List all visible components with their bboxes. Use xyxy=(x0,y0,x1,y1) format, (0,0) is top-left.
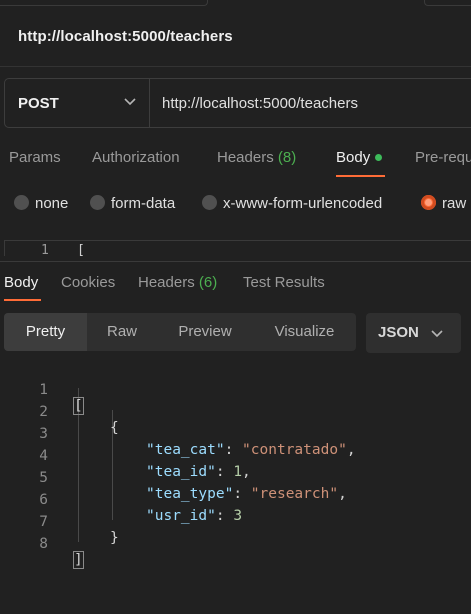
radio-urlencoded-label: x-www-form-urlencoded xyxy=(223,195,383,212)
body-modified-indicator xyxy=(375,153,383,161)
tab-pre-request[interactable]: Pre-requ xyxy=(415,149,471,166)
chevron-down-icon xyxy=(431,330,443,338)
close-array-bracket: ] xyxy=(73,551,84,569)
open-tab-edge[interactable] xyxy=(0,0,208,6)
radio-raw-dot xyxy=(421,194,436,210)
tab-pre-request-label: Pre-requ xyxy=(415,149,471,166)
tab-body-label: Body xyxy=(336,149,371,166)
format-select[interactable]: JSON xyxy=(366,313,461,353)
tab-params-label: Params xyxy=(9,149,61,166)
radio-form-data[interactable]: form-data xyxy=(90,194,176,212)
body-type-radios: none form-data x-www-form-urlencoded raw xyxy=(0,190,471,218)
method-label: POST xyxy=(18,95,59,112)
radio-raw[interactable]: raw xyxy=(421,194,467,212)
response-json-viewer[interactable]: 1 [ 2 { 3 "tea_cat": "contratado", 4 "te… xyxy=(0,366,471,569)
radio-none-dot xyxy=(14,194,29,210)
tab-headers-label: Headers xyxy=(217,149,274,166)
tab-headers[interactable]: Headers (8) xyxy=(217,149,296,166)
line-number: 8 xyxy=(39,536,48,552)
code-line: 8 ] xyxy=(0,520,471,569)
tab-params[interactable]: Params xyxy=(9,149,61,166)
code-line: 7 } xyxy=(0,498,471,546)
radio-form-data-label: form-data xyxy=(111,195,176,212)
radio-x-www-form-urlencoded[interactable]: x-www-form-urlencoded xyxy=(202,194,383,212)
request-title[interactable]: http://localhost:5000/teachers xyxy=(18,28,233,45)
radio-urlencoded-dot xyxy=(202,194,217,210)
headers-count: (8) xyxy=(277,149,297,166)
editor-line-text: [ xyxy=(77,243,85,256)
view-pretty-button[interactable]: Pretty xyxy=(4,313,87,351)
tab-authorization[interactable]: Authorization xyxy=(92,149,180,166)
response-view-toggle: Pretty Raw Preview Visualize xyxy=(4,313,356,351)
response-tab-test-results[interactable]: Test Results xyxy=(243,274,325,291)
url-input[interactable]: http://localhost:5000/teachers xyxy=(162,95,358,112)
method-select[interactable]: POST xyxy=(5,79,150,127)
code-line: 1 [ xyxy=(0,366,471,415)
response-tab-cookies-label: Cookies xyxy=(61,274,116,291)
active-tab-underline xyxy=(336,175,385,177)
tab-body[interactable]: Body xyxy=(336,149,383,166)
response-tab-body-label: Body xyxy=(4,274,39,291)
code-line: 2 { xyxy=(0,388,471,436)
response-headers-count: (6) xyxy=(198,274,218,291)
chevron-down-icon xyxy=(124,98,136,106)
radio-form-data-dot xyxy=(90,194,105,210)
response-tab-headers[interactable]: Headers (6) xyxy=(138,274,217,291)
tab-authorization-label: Authorization xyxy=(92,149,180,166)
request-tabs: Params Authorization Headers (8) Body Pr… xyxy=(0,140,471,180)
response-tab-cookies[interactable]: Cookies xyxy=(61,274,115,291)
request-body-editor[interactable]: 1 [ xyxy=(4,240,471,256)
radio-none-label: none xyxy=(35,195,69,212)
code-line: 6 "usr_id": 3 xyxy=(0,476,471,524)
radio-none[interactable]: none xyxy=(14,194,69,212)
title-divider xyxy=(0,66,471,67)
response-active-tab-underline xyxy=(4,299,41,301)
response-tabs: Body Cookies Headers (6) Test Results xyxy=(0,262,471,302)
editor-line-number: 1 xyxy=(41,243,49,256)
view-preview-button[interactable]: Preview xyxy=(157,313,253,351)
view-raw-button[interactable]: Raw xyxy=(87,313,157,351)
code-line: 3 "tea_cat": "contratado", xyxy=(0,410,471,458)
response-tab-headers-label: Headers xyxy=(138,274,195,291)
code-line: 4 "tea_id": 1, xyxy=(0,432,471,480)
format-label: JSON xyxy=(378,324,419,341)
open-tab-edge-right[interactable] xyxy=(424,0,471,6)
url-bar: POST http://localhost:5000/teachers xyxy=(4,78,471,128)
response-tab-test-results-label: Test Results xyxy=(243,274,325,291)
response-tab-body[interactable]: Body xyxy=(4,274,38,291)
code-line: 5 "tea_type": "research", xyxy=(0,454,471,502)
radio-raw-label: raw xyxy=(442,195,467,212)
view-visualize-button[interactable]: Visualize xyxy=(253,313,356,351)
